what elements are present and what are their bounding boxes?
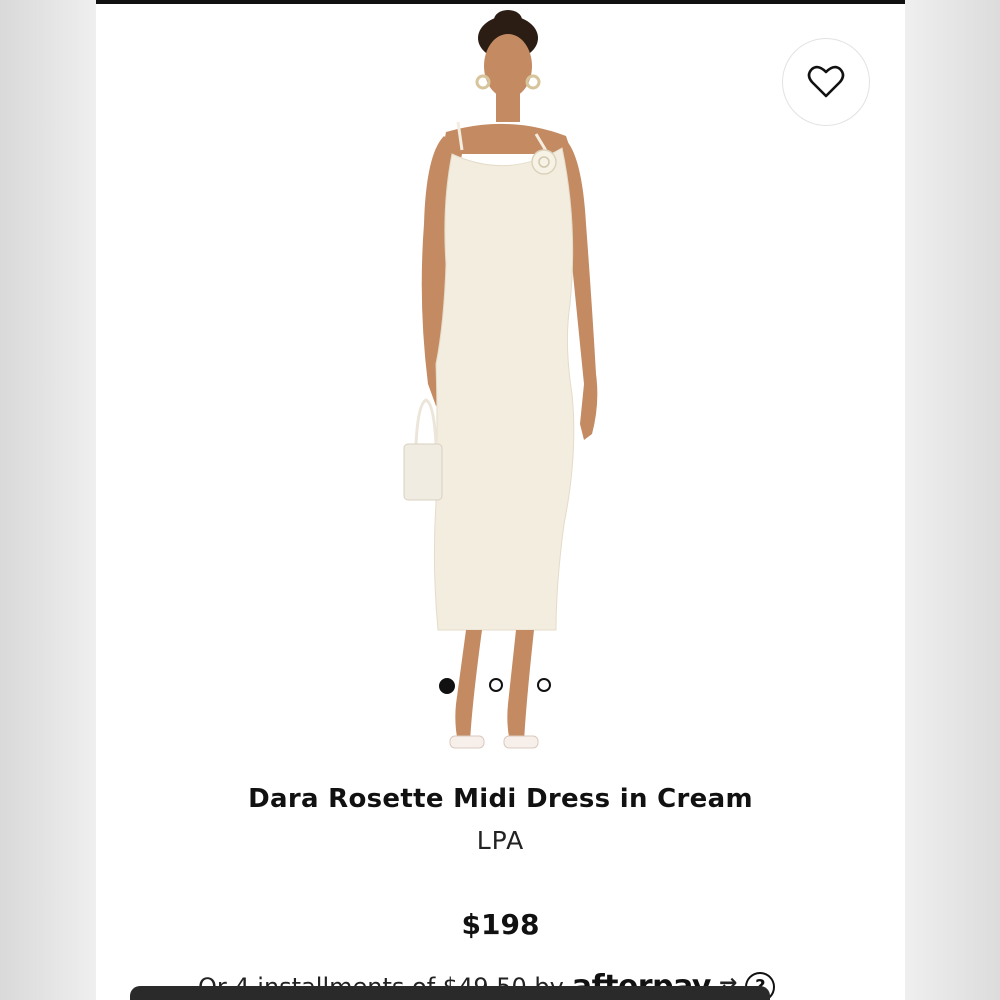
product-page: Dara Rosette Midi Dress in Cream LPA $19… [96,4,905,1000]
bottom-sheet-edge [130,986,770,1000]
right-shoe [503,735,539,749]
carousel-dot-1[interactable] [439,678,455,694]
product-price: $198 [461,908,540,941]
left-earring [475,74,491,90]
carousel-dot-3[interactable] [537,678,551,692]
handbag-handle [414,398,438,445]
handbag [403,443,443,501]
dress [433,147,575,631]
product-image[interactable] [396,4,616,774]
left-shoe [449,735,485,749]
model-neck [496,90,520,122]
image-carousel-indicator [439,678,551,694]
wishlist-button[interactable] [782,38,870,126]
product-title: Dara Rosette Midi Dress in Cream [248,784,753,814]
model-face [484,34,532,98]
model-hair-bun [494,10,522,30]
dress-rosette [531,149,557,175]
screenshot-frame: Dara Rosette Midi Dress in Cream LPA $19… [0,0,1000,1000]
right-earring [525,74,541,90]
brand-name[interactable]: LPA [96,826,905,855]
carousel-dot-2[interactable] [489,678,503,692]
heart-icon [807,65,845,98]
